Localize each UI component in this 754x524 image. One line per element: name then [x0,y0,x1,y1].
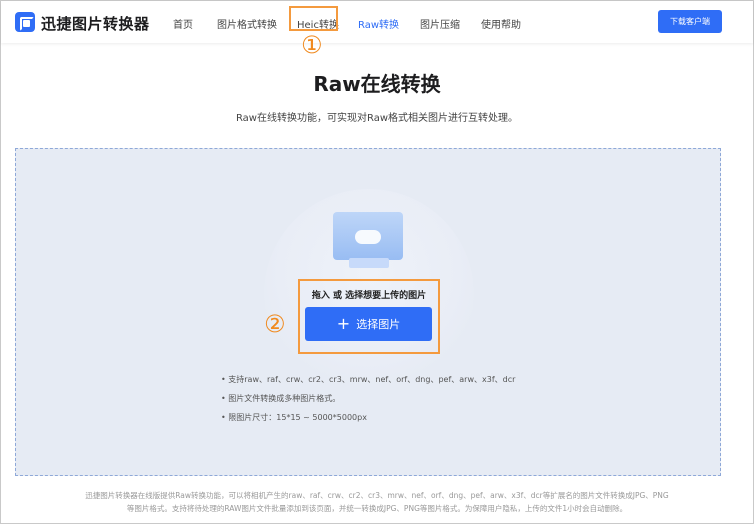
page-subtitle: Raw在线转换功能，可实现对Raw格式相关图片进行互转处理。 [235,113,519,124]
drag-drop-hint: 拖入 或 选择想要上传的图片 [311,291,427,301]
step-1-marker: ① [301,31,323,59]
note-output-formats: • 图片文件转换成多种图片格式。 [221,394,341,403]
nav-help[interactable]: 使用帮助 [481,16,521,31]
image-upload-illustration-icon [333,212,403,270]
upload-notes: • 支持raw、raf、crw、cr2、cr3、mrw、nef、orf、dng、… [221,370,515,427]
page-title: Raw在线转换 [313,72,441,96]
nav-image-format-convert[interactable]: 图片格式转换 [217,16,277,31]
footer-line-2: 等图片格式。支持将待处理的RAW图片文件批量添加到该页面，并统一转换成JPG、P… [126,504,628,513]
footer-line-1: 迅捷图片转换器在线版提供Raw转换功能，可以将相机产生的raw、raf、crw、… [85,491,669,500]
nav-image-compress[interactable]: 图片压缩 [420,16,460,31]
select-image-button[interactable]: + 选择图片 [305,307,432,341]
plus-icon: + [336,314,351,333]
brand-name[interactable]: 迅捷图片转换器 [41,13,150,34]
upload-dropzone[interactable]: 拖入 或 选择想要上传的图片 + 选择图片 ② • 支持raw、raf、crw、… [15,148,721,476]
top-nav-bar: 迅捷图片转换器 首页 图片格式转换 Heic转换 Raw转换 图片压缩 使用帮助… [1,1,753,43]
note-supported-formats: • 支持raw、raf、crw、cr2、cr3、mrw、nef、orf、dng、… [221,375,516,384]
heic-highlight-box [289,6,338,31]
note-size-limit: • 限图片尺寸：15*15 ~ 5000*5000px [221,413,367,422]
select-image-label: 选择图片 [356,318,401,331]
nav-raw-convert[interactable]: Raw转换 [358,16,399,31]
app-logo-icon [15,12,35,32]
step-2-marker: ② [264,310,286,338]
download-client-button[interactable]: 下载客户端 [658,10,722,33]
footer-description: 迅捷图片转换器在线版提供Raw转换功能，可以将相机产生的raw、raf、crw、… [40,489,714,515]
nav-home[interactable]: 首页 [173,16,193,31]
